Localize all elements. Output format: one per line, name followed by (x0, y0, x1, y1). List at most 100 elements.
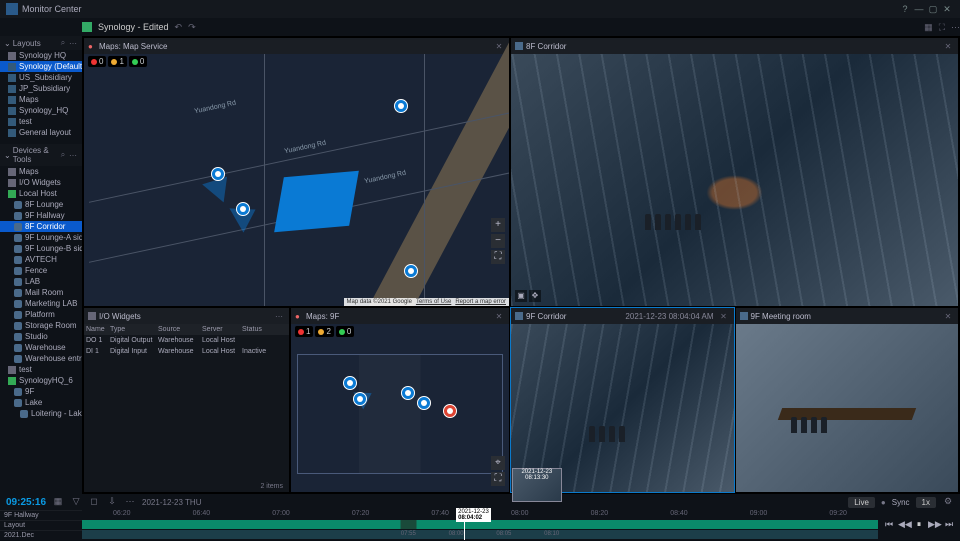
expand-icon[interactable]: ⛶ (939, 22, 945, 33)
camera-pin[interactable] (353, 392, 367, 406)
camera-pane-9f-corridor[interactable]: 9F Corridor 2021-12-23 08:04:04 AM ✕ ▣✥ (511, 308, 734, 492)
export-icon[interactable]: ⇩ (106, 496, 118, 508)
camera-pane-9f-meeting[interactable]: 9F Meeting room ✕ (736, 308, 959, 492)
camera-pin[interactable] (404, 264, 418, 278)
camera-pane-8f-corridor[interactable]: 8F Corridor ✕ ▣ ✥ (511, 38, 958, 306)
sidebar-device-item[interactable]: Loitering - Lake (0, 408, 82, 419)
io-table-row[interactable]: DO 1Digital OutputWarehouseLocal Host (84, 335, 289, 346)
sidebar-device-item[interactable]: 8F Lounge (0, 199, 82, 210)
pane-close-icon[interactable]: ✕ (718, 312, 730, 321)
camera-pin[interactable] (417, 396, 431, 410)
alert-chip-red[interactable]: 0 (88, 56, 106, 67)
sidebar-device-item[interactable]: AVTECH (0, 254, 82, 265)
sidebar-device-item[interactable]: LAB (0, 276, 82, 287)
sidebar-device-item[interactable]: Local Host (0, 188, 82, 199)
sidebar-device-item[interactable]: SynologyHQ_6 (0, 375, 82, 386)
live-button[interactable]: Live (848, 497, 875, 508)
sidebar-device-item[interactable]: 9F (0, 386, 82, 397)
timeline-row-label[interactable]: 9F Hallway (0, 510, 82, 520)
io-widgets-pane[interactable]: I/O Widgets ⋯ NameTypeSourceServerStatus… (84, 308, 289, 492)
sidebar-device-item[interactable]: 9F Lounge-A side (0, 232, 82, 243)
alert-chip-yellow[interactable]: 1 (108, 56, 126, 67)
sidebar-layout-item[interactable]: Synology HQ (0, 50, 82, 61)
rewind-icon[interactable]: ◀◀ (898, 519, 910, 531)
sidebar-device-item[interactable]: test (0, 364, 82, 375)
more-icon[interactable]: ⋯ (951, 22, 960, 33)
pane-close-icon[interactable]: ✕ (942, 42, 954, 51)
sidebar-device-item[interactable]: 9F Lounge-B side (0, 243, 82, 254)
ptz-icon[interactable]: ✥ (529, 290, 541, 302)
recenter-icon[interactable]: ⌖ (491, 456, 505, 470)
more-icon[interactable]: ⋯ (124, 496, 136, 508)
skip-fwd-icon[interactable]: ⏭ (943, 519, 955, 531)
maximize-icon[interactable]: ▢ (926, 4, 940, 15)
video-feed[interactable] (736, 324, 959, 492)
speed-selector[interactable]: 1x (916, 497, 936, 508)
calendar-icon[interactable]: ▦ (52, 496, 64, 508)
sidebar-device-item[interactable]: Storage Room (0, 320, 82, 331)
pane-close-icon[interactable]: ✕ (493, 312, 505, 321)
snapshot-icon[interactable]: ▣ (515, 290, 527, 302)
pane-close-icon[interactable]: ✕ (493, 42, 505, 51)
sidebar-device-item[interactable]: Warehouse entran… (0, 353, 82, 364)
sidebar-device-item[interactable]: Warehouse (0, 342, 82, 353)
forward-icon[interactable]: ▶▶ (928, 519, 940, 531)
sync-toggle[interactable]: Sync (892, 498, 910, 507)
devices-section-header[interactable]: ⌄ Devices & Tools ⌕ ⋯ (0, 144, 82, 166)
io-table-row[interactable]: DI 1Digital InputWarehouseLocal HostInac… (84, 346, 289, 357)
sidebar-layout-item[interactable]: Synology (Default) (0, 61, 82, 72)
video-feed[interactable]: ▣✥ (511, 324, 734, 492)
fullscreen-icon[interactable]: ⛶ (491, 250, 505, 264)
map-pane[interactable]: ● Maps: Map Service ✕ 0 1 0 (84, 38, 509, 306)
timeline-row-label[interactable]: Layout (0, 520, 82, 530)
sidebar-device-item[interactable]: 9F Hallway (0, 210, 82, 221)
grid-layout-icon[interactable]: ▦ (924, 22, 933, 33)
zoom-in-button[interactable]: + (491, 218, 505, 232)
undo-icon[interactable]: ↶ (175, 22, 183, 33)
redo-icon[interactable]: ↷ (188, 22, 196, 33)
sidebar-device-item[interactable]: Studio (0, 331, 82, 342)
sidebar-layout-item[interactable]: US_Subsidiary (0, 72, 82, 83)
alert-chip-red[interactable]: 1 (295, 326, 313, 337)
fullscreen-icon[interactable]: ⛶ (491, 472, 505, 486)
sidebar-device-item[interactable]: Mail Room (0, 287, 82, 298)
sidebar-device-item[interactable]: 8F Corridor (0, 221, 82, 232)
camera-pin[interactable] (211, 167, 225, 181)
settings-icon[interactable]: ⚙ (942, 496, 954, 508)
timeline-track[interactable]: 2021-12-2308:13:30 06:2006:4007:0007:200… (82, 510, 878, 540)
search-icon[interactable]: ⌕ (58, 38, 68, 48)
skip-back-icon[interactable]: ⏮ (883, 519, 895, 531)
sidebar-layout-item[interactable]: JP_Subsidiary (0, 83, 82, 94)
more-icon[interactable]: ⋯ (68, 151, 78, 160)
bookmark-icon[interactable]: ◻ (88, 496, 100, 508)
close-icon[interactable]: ✕ (940, 4, 954, 15)
camera-pin[interactable] (343, 376, 357, 390)
layout-tab-label[interactable]: Synology - Edited (98, 22, 169, 32)
zoom-out-button[interactable]: − (491, 234, 505, 248)
alert-chip-green[interactable]: 0 (336, 326, 354, 337)
minimize-icon[interactable]: — (912, 4, 926, 14)
camera-pin[interactable] (401, 386, 415, 400)
floor-plan-canvas[interactable]: 1 2 0 ⌖ ⛶ (291, 324, 509, 492)
sidebar-layout-item[interactable]: Maps (0, 94, 82, 105)
map-canvas[interactable]: 0 1 0 Yuandong Rd Yuandong Rd Yuandong R… (84, 54, 509, 306)
sidebar-layout-item[interactable]: General layout (0, 127, 82, 138)
layouts-section-header[interactable]: ⌄ Layouts ⌕ ⋯ (0, 36, 82, 50)
sidebar-device-item[interactable]: Lake (0, 397, 82, 408)
video-feed[interactable]: ▣ ✥ (511, 54, 958, 306)
pause-icon[interactable]: ⏸ (913, 519, 925, 531)
alert-chip-green[interactable]: 0 (129, 56, 147, 67)
more-icon[interactable]: ⋯ (273, 312, 285, 321)
alert-chip-yellow[interactable]: 2 (315, 326, 333, 337)
sidebar-layout-item[interactable]: Synology_HQ (0, 105, 82, 116)
sidebar-layout-item[interactable]: test (0, 116, 82, 127)
sidebar-device-item[interactable]: Maps (0, 166, 82, 177)
pane-close-icon[interactable]: ✕ (942, 312, 954, 321)
sidebar-device-item[interactable]: Fence (0, 265, 82, 276)
sidebar-device-item[interactable]: I/O Widgets (0, 177, 82, 188)
camera-pin[interactable] (394, 99, 408, 113)
help-icon[interactable]: ? (898, 4, 912, 14)
sidebar-device-item[interactable]: Platform (0, 309, 82, 320)
floor-map-pane[interactable]: ● Maps: 9F ✕ 1 2 0 (291, 308, 509, 492)
sidebar-device-item[interactable]: Marketing LAB (0, 298, 82, 309)
